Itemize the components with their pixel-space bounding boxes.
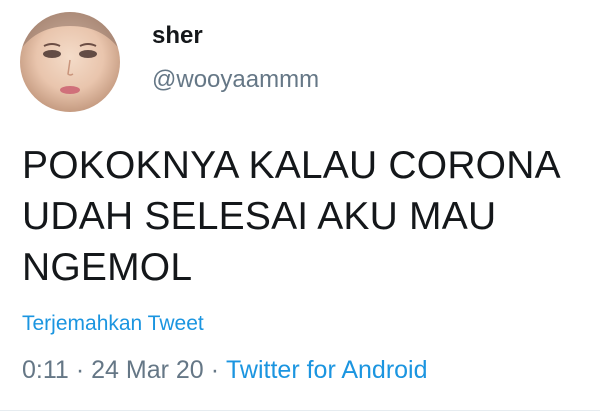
display-name[interactable]: sher [152, 21, 319, 51]
tweet-header: sher @wooyaammm [20, 12, 319, 112]
meta-separator: · [210, 356, 220, 384]
tweet-source-link[interactable]: Twitter for Android [226, 356, 427, 384]
tweet-time[interactable]: 0:11 [22, 356, 69, 384]
tweet-text: POKOKNYA KALAU CORONA UDAH SELESAI AKU M… [22, 140, 582, 293]
tweet-date[interactable]: 24 Mar 20 [91, 356, 204, 384]
tweet-text-line: POKOKNYA KALAU CORONA [22, 144, 561, 187]
user-names: sher @wooyaammm [152, 12, 319, 112]
avatar[interactable] [20, 12, 120, 112]
tweet-card: sher @wooyaammm POKOKNYA KALAU CORONA UD… [0, 0, 600, 411]
tweet-text-line: NGEMOL [22, 246, 193, 289]
avatar-face-image [20, 12, 120, 94]
meta-separator: · [75, 356, 85, 384]
tweet-meta: 0:11 · 24 Mar 20 · Twitter for Android [22, 356, 428, 385]
translate-tweet-link[interactable]: Terjemahkan Tweet [22, 312, 204, 336]
user-handle[interactable]: @wooyaammm [152, 65, 319, 95]
tweet-text-line: UDAH SELESAI AKU MAU [22, 195, 497, 238]
